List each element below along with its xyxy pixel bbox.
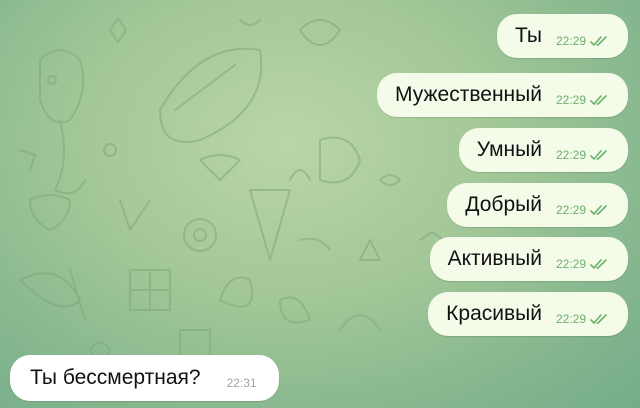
message-time: 22:29 — [555, 34, 586, 48]
message-text: Ты бессмертная? — [30, 366, 201, 389]
double-check-icon — [590, 258, 612, 270]
double-check-icon — [590, 149, 612, 161]
outgoing-message[interactable]: Активный 22:29 — [429, 237, 628, 281]
incoming-message[interactable]: Ты бессмертная? 22:31 — [10, 355, 279, 401]
outgoing-message[interactable]: Мужественный 22:29 — [377, 73, 628, 117]
outgoing-message[interactable]: Умный 22:29 — [458, 128, 628, 172]
outgoing-message[interactable]: Красивый 22:29 — [428, 292, 628, 336]
outgoing-message[interactable]: Ты 22:29 — [496, 14, 628, 58]
message-text: Ты — [514, 24, 542, 47]
message-time: 22:29 — [555, 93, 586, 107]
double-check-icon — [590, 313, 612, 325]
outgoing-message[interactable]: Добрый 22:29 — [447, 183, 628, 227]
double-check-icon — [590, 94, 612, 106]
message-text: Добрый — [465, 193, 542, 216]
message-time: 22:29 — [555, 203, 586, 217]
message-time: 22:29 — [555, 257, 586, 271]
message-time: 22:29 — [555, 312, 586, 326]
double-check-icon — [590, 204, 612, 216]
message-time: 22:29 — [555, 148, 586, 162]
chat-area: Ты 22:29 Мужественный 22:29 Умный 22:29 … — [0, 0, 640, 408]
message-text: Мужественный — [395, 83, 542, 106]
message-text: Активный — [447, 247, 542, 270]
message-time: 22:31 — [226, 376, 257, 390]
double-check-icon — [590, 35, 612, 47]
message-text: Красивый — [446, 302, 542, 325]
message-text: Умный — [476, 138, 542, 161]
